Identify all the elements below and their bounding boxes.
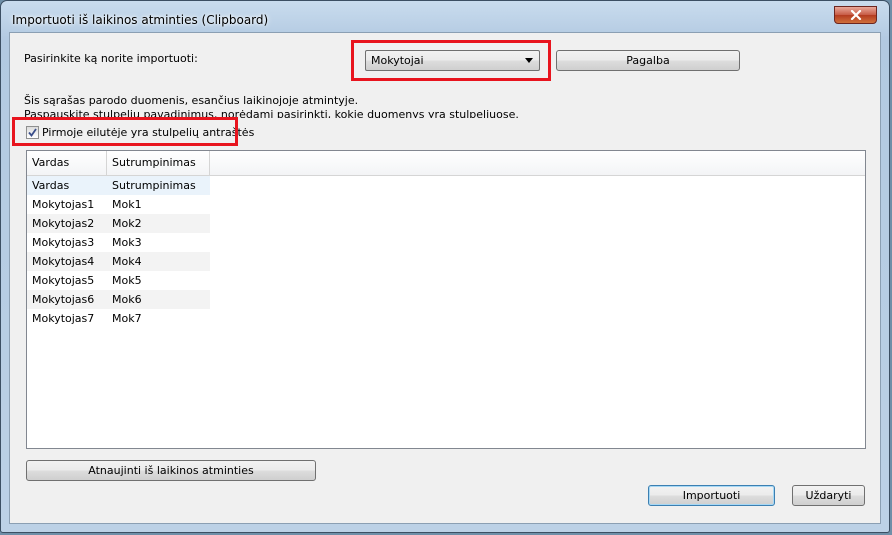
- cell-vardas: Mokytojas5: [32, 274, 95, 287]
- cell-vardas: Mokytojas7: [32, 312, 95, 325]
- table-row[interactable]: Mokytojas1 Mok1: [27, 195, 210, 214]
- cell-vardas: Mokytojas1: [32, 198, 95, 211]
- table-row[interactable]: Mokytojas6 Mok6: [27, 290, 210, 309]
- import-type-label: Pasirinkite ką norite importuoti:: [24, 52, 198, 65]
- clipboard-data-grid[interactable]: Vardas Sutrumpinimas Vardas Sutrumpinima…: [26, 150, 866, 449]
- table-row[interactable]: Mokytojas2 Mok2: [27, 214, 210, 233]
- column-header-sutrumpinimas[interactable]: Sutrumpinimas: [107, 151, 210, 175]
- table-row[interactable]: Mokytojas5 Mok5: [27, 271, 210, 290]
- select-highlight-box: [351, 40, 551, 81]
- close-icon: [850, 10, 861, 20]
- table-row[interactable]: Vardas Sutrumpinimas: [27, 176, 210, 195]
- cell-vardas: Mokytojas2: [32, 217, 95, 230]
- cell-sutrumpinimas: Mok1: [112, 198, 142, 211]
- table-row[interactable]: Mokytojas4 Mok4: [27, 252, 210, 271]
- cell-vardas: Mokytojas3: [32, 236, 95, 249]
- cell-sutrumpinimas: Sutrumpinimas: [112, 179, 196, 192]
- column-header-vardas[interactable]: Vardas: [27, 151, 107, 175]
- refresh-from-clipboard-button[interactable]: Atnaujinti iš laikinos atminties: [26, 460, 316, 481]
- cell-sutrumpinimas: Mok5: [112, 274, 142, 287]
- dialog-client-area: Pasirinkite ką norite importuoti: Mokyto…: [9, 32, 881, 524]
- cell-vardas: Mokytojas4: [32, 255, 95, 268]
- table-row[interactable]: Mokytojas3 Mok3: [27, 233, 210, 252]
- cell-sutrumpinimas: Mok3: [112, 236, 142, 249]
- cell-sutrumpinimas: Mok6: [112, 293, 142, 306]
- import-dialog-window: Importuoti iš laikinos atminties (Clipbo…: [0, 0, 890, 533]
- cell-vardas: Vardas: [32, 179, 70, 192]
- close-window-button[interactable]: [834, 6, 877, 24]
- info-text-line1: Šis sąrašas parodo duomenis, esančius la…: [24, 94, 359, 107]
- cell-sutrumpinimas: Mok2: [112, 217, 142, 230]
- close-button[interactable]: Uždaryti: [792, 485, 865, 506]
- import-button[interactable]: Importuoti: [648, 485, 775, 506]
- checkbox-highlight-box: [12, 117, 238, 146]
- cell-sutrumpinimas: Mok4: [112, 255, 142, 268]
- table-row[interactable]: Mokytojas7 Mok7: [27, 309, 210, 328]
- cell-vardas: Mokytojas6: [32, 293, 95, 306]
- window-title: Importuoti iš laikinos atminties (Clipbo…: [12, 13, 269, 27]
- cell-sutrumpinimas: Mok7: [112, 312, 142, 325]
- title-bar[interactable]: Importuoti iš laikinos atminties (Clipbo…: [1, 1, 889, 33]
- grid-header-row: Vardas Sutrumpinimas: [27, 151, 865, 176]
- help-button[interactable]: Pagalba: [556, 50, 740, 71]
